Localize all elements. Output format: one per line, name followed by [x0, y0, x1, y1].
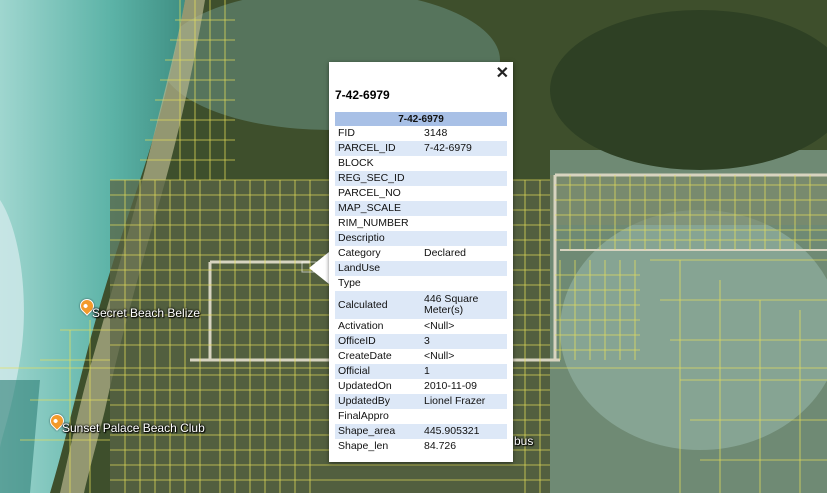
- table-row: Activation <Null>: [335, 319, 507, 334]
- popup-pointer: [309, 252, 329, 284]
- attribute-value: [421, 231, 507, 246]
- attribute-key: OfficeID: [335, 334, 421, 349]
- attribute-key: CreateDate: [338, 350, 392, 362]
- attribute-value: [421, 276, 507, 291]
- attribute-value: <Null>: [424, 320, 455, 332]
- attribute-value: [421, 261, 507, 276]
- attribute-key: UpdatedOn: [338, 380, 392, 392]
- place-label-bus[interactable]: bus: [514, 434, 533, 448]
- table-row: Calculated 446 Square Meter(s): [335, 291, 507, 319]
- attribute-key: REG_SEC_ID: [335, 171, 421, 186]
- attribute-key: UpdatedBy: [335, 394, 421, 409]
- table-row: BLOCK: [335, 156, 507, 171]
- attribute-key: Activation: [338, 320, 384, 332]
- table-row: Type: [335, 276, 507, 291]
- table-row: LandUse: [335, 261, 507, 276]
- table-row: Official 1: [335, 364, 507, 379]
- attribute-key: FinalAppro: [338, 410, 389, 422]
- attribute-key: Shape_len: [338, 440, 389, 452]
- table-row: OfficeID 3: [335, 334, 507, 349]
- table-row: CreateDate <Null>: [335, 349, 507, 364]
- attribute-value: [421, 201, 507, 216]
- table-row: Descriptio: [335, 231, 507, 246]
- attribute-value: 446 Square Meter(s): [421, 291, 507, 319]
- table-row: RIM_NUMBER: [335, 216, 507, 231]
- attribute-value: [421, 171, 507, 186]
- attribute-key: PARCEL_ID: [335, 141, 421, 156]
- table-row: REG_SEC_ID: [335, 171, 507, 186]
- attribute-value: <Null>: [424, 350, 455, 362]
- table-row: PARCEL_ID 7-42-6979: [335, 141, 507, 156]
- attribute-key: LandUse: [335, 261, 421, 276]
- attribute-table: 7-42-6979 FID 3148 PARCEL_ID 7-42-6979 BLOCK…: [335, 112, 507, 454]
- attribute-value: [421, 409, 507, 424]
- attribute-key: Shape_area: [335, 424, 421, 439]
- attribute-value: [421, 186, 507, 201]
- table-row: MAP_SCALE: [335, 201, 507, 216]
- table-row: UpdatedBy Lionel Frazer: [335, 394, 507, 409]
- attribute-value: 3148: [424, 127, 448, 139]
- place-label-sunset-palace[interactable]: Sunset Palace Beach Club: [62, 421, 205, 435]
- parcel-info-popup: ✕ 7-42-6979 7-42-6979 FID 3148 PARCEL_ID 7-…: [329, 62, 513, 462]
- attribute-value: 445.905321: [421, 424, 507, 439]
- popup-title: 7-42-6979: [335, 88, 390, 102]
- place-label-secret-beach[interactable]: Secret Beach Belize: [92, 306, 200, 320]
- attribute-value: Lionel Frazer: [421, 394, 507, 409]
- table-row: Shape_area 445.905321: [335, 424, 507, 439]
- attribute-key: BLOCK: [338, 157, 374, 169]
- attribute-key: PARCEL_NO: [338, 187, 401, 199]
- attribute-value: [421, 156, 507, 171]
- attribute-value: 7-42-6979: [421, 141, 507, 156]
- attribute-value: 1: [421, 364, 507, 379]
- close-icon[interactable]: ✕: [496, 66, 509, 82]
- attribute-key: Category: [338, 247, 381, 259]
- table-row: PARCEL_NO: [335, 186, 507, 201]
- attribute-key: FID: [338, 127, 355, 139]
- table-row: Category Declared: [335, 246, 507, 261]
- attribute-value: 2010-11-09: [424, 380, 477, 392]
- table-row: UpdatedOn 2010-11-09: [335, 379, 507, 394]
- attribute-key: MAP_SCALE: [335, 201, 421, 216]
- attribute-key: Type: [338, 277, 361, 289]
- attribute-value: Declared: [424, 247, 467, 259]
- attribute-value: 3: [421, 334, 507, 349]
- attribute-value: 84.726: [424, 440, 457, 452]
- attribute-key: RIM_NUMBER: [338, 217, 409, 229]
- attribute-value: [421, 216, 507, 231]
- attribute-table-header: 7-42-6979: [335, 112, 507, 126]
- table-row: FID 3148: [335, 126, 507, 141]
- table-row: Shape_len 84.726: [335, 439, 507, 454]
- table-row: FinalAppro: [335, 409, 507, 424]
- attribute-key: Official: [335, 364, 421, 379]
- attribute-key: Descriptio: [335, 231, 421, 246]
- attribute-key: Calculated: [335, 291, 421, 319]
